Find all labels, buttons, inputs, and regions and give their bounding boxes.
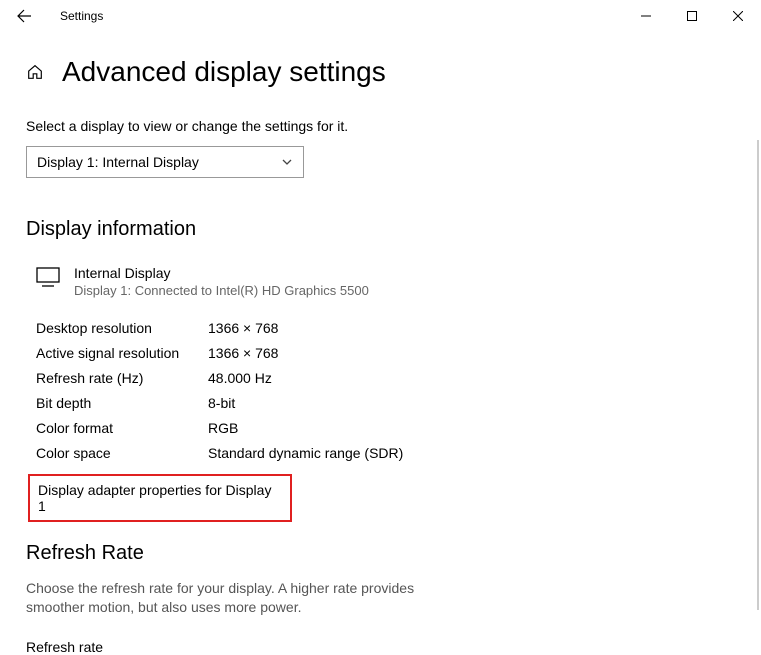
info-row: Desktop resolution 1366 × 768: [36, 316, 735, 341]
scrollbar[interactable]: [757, 140, 759, 610]
monitor-name: Internal Display: [74, 265, 369, 281]
info-row: Active signal resolution 1366 × 768: [36, 341, 735, 366]
heading-row: Advanced display settings: [26, 56, 735, 88]
content-area: Advanced display settings Select a displ…: [0, 56, 761, 655]
minimize-icon: [641, 11, 651, 21]
info-value: 1366 × 768: [208, 341, 278, 366]
back-arrow-icon: [16, 8, 32, 24]
back-button[interactable]: [8, 0, 40, 32]
minimize-button[interactable]: [623, 0, 669, 32]
info-row: Color format RGB: [36, 416, 735, 441]
page-title: Advanced display settings: [62, 56, 386, 88]
select-display-text: Select a display to view or change the s…: [26, 118, 735, 134]
info-value: 8-bit: [208, 391, 235, 416]
info-value: Standard dynamic range (SDR): [208, 441, 403, 466]
info-row: Refresh rate (Hz) 48.000 Hz: [36, 366, 735, 391]
info-label: Refresh rate (Hz): [36, 366, 208, 391]
maximize-button[interactable]: [669, 0, 715, 32]
window-title: Settings: [60, 9, 103, 23]
info-label: Bit depth: [36, 391, 208, 416]
info-label: Desktop resolution: [36, 316, 208, 341]
maximize-icon: [687, 11, 697, 21]
info-label: Color format: [36, 416, 208, 441]
info-value: 1366 × 768: [208, 316, 278, 341]
info-value: 48.000 Hz: [208, 366, 272, 391]
display-information-heading: Display information: [26, 218, 735, 241]
info-label: Color space: [36, 441, 208, 466]
display-select-dropdown[interactable]: Display 1: Internal Display: [26, 146, 304, 178]
info-row: Bit depth 8-bit: [36, 391, 735, 416]
display-info-table: Desktop resolution 1366 × 768 Active sig…: [26, 316, 735, 466]
chevron-down-icon: [281, 156, 293, 168]
close-icon: [733, 11, 743, 21]
monitor-summary: Internal Display Display 1: Connected to…: [26, 265, 735, 298]
titlebar: Settings: [0, 0, 761, 32]
display-adapter-properties-link[interactable]: Display adapter properties for Display 1: [28, 474, 292, 522]
info-value: RGB: [208, 416, 238, 441]
info-label: Active signal resolution: [36, 341, 208, 366]
home-icon[interactable]: [26, 63, 44, 81]
dropdown-selected-label: Display 1: Internal Display: [37, 154, 199, 170]
monitor-icon: [36, 267, 60, 290]
refresh-rate-description: Choose the refresh rate for your display…: [26, 579, 426, 617]
refresh-rate-label: Refresh rate: [26, 639, 735, 655]
refresh-rate-heading: Refresh Rate: [26, 542, 735, 565]
close-button[interactable]: [715, 0, 761, 32]
info-row: Color space Standard dynamic range (SDR): [36, 441, 735, 466]
monitor-description: Display 1: Connected to Intel(R) HD Grap…: [74, 283, 369, 298]
